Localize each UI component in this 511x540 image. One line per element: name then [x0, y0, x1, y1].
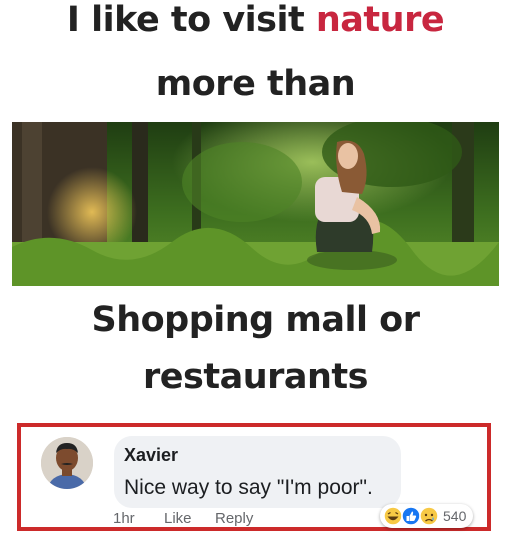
like-link[interactable]: Like	[164, 510, 192, 527]
meme-line-2: more than	[155, 64, 356, 104]
reaction-count: 540	[443, 508, 467, 524]
comment-author[interactable]: Xavier	[124, 445, 178, 466]
avatar[interactable]	[41, 437, 93, 489]
sad-emoji-icon	[419, 506, 439, 526]
laugh-emoji-icon	[383, 506, 403, 526]
meme-line-1: I like to visit nature	[0, 0, 511, 40]
comment-text: Nice way to say "I'm poor".	[124, 476, 373, 499]
meme-line-1-prefix: I like to visit	[66, 0, 316, 40]
meme-photo	[12, 122, 499, 286]
reactions-pill[interactable]: 540	[380, 504, 473, 528]
comment-bubble: Xavier Nice way to say "I'm poor".	[114, 436, 401, 508]
comment-timestamp[interactable]: 1hr	[113, 510, 135, 527]
meme-line-3: Shopping mall or	[91, 300, 420, 340]
reply-link[interactable]: Reply	[215, 510, 253, 527]
meme-line-1-accent: nature	[315, 0, 445, 40]
highlighted-comment: Xavier Nice way to say "I'm poor". 1hr L…	[17, 423, 491, 531]
meme-line-4: restaurants	[143, 357, 368, 397]
thumbs-up-icon	[401, 506, 421, 526]
